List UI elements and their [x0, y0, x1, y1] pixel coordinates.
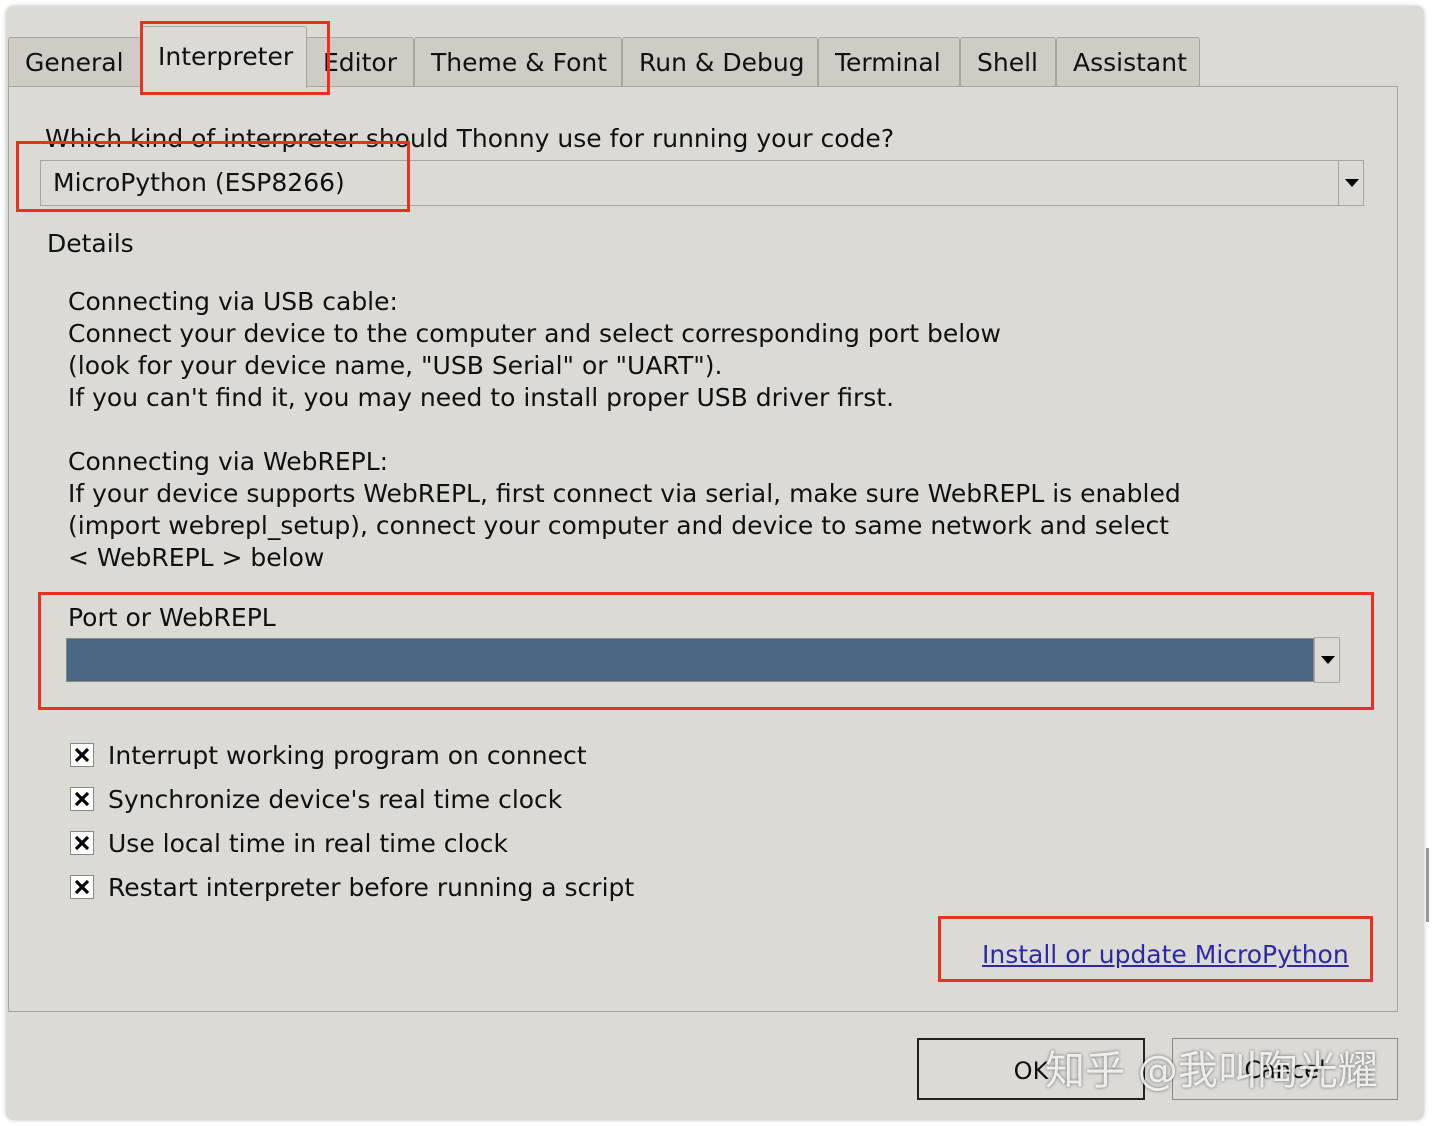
- tab-editor[interactable]: Editor: [306, 37, 414, 86]
- usb-heading: Connecting via USB cable:: [68, 287, 398, 316]
- tab-general[interactable]: General: [8, 37, 142, 86]
- tab-run-debug-label: Run & Debug: [639, 48, 805, 77]
- tab-assistant[interactable]: Assistant: [1056, 37, 1200, 86]
- resize-handle: [1426, 848, 1429, 922]
- webrepl-instruction-line: If your device supports WebREPL, first c…: [68, 479, 1181, 508]
- local-time-checkbox[interactable]: [70, 831, 94, 855]
- check-x-icon: [74, 835, 90, 851]
- tab-general-label: General: [25, 48, 124, 77]
- interrupt-checkbox[interactable]: [70, 743, 94, 767]
- sync-clock-checkbox[interactable]: [70, 787, 94, 811]
- usb-instruction-line: (look for your device name, "USB Serial"…: [68, 351, 723, 380]
- interpreter-select[interactable]: MicroPython (ESP8266): [40, 160, 1364, 206]
- tab-terminal[interactable]: Terminal: [818, 37, 960, 86]
- ok-button-label: OK: [1013, 1057, 1049, 1085]
- check-x-icon: [74, 879, 90, 895]
- tab-interpreter[interactable]: Interpreter: [141, 26, 307, 88]
- sync-clock-checkbox-label[interactable]: Synchronize device's real time clock: [108, 785, 562, 814]
- check-x-icon: [74, 747, 90, 763]
- tab-shell[interactable]: Shell: [960, 37, 1056, 86]
- tab-terminal-label: Terminal: [835, 48, 941, 77]
- tab-theme-font-label: Theme & Font: [431, 48, 608, 77]
- tab-shell-label: Shell: [977, 48, 1038, 77]
- interpreter-dropdown-button[interactable]: [1338, 160, 1364, 206]
- usb-instruction-line: If you can't find it, you may need to in…: [68, 383, 895, 412]
- interpreter-question: Which kind of interpreter should Thonny …: [45, 124, 895, 153]
- watermark: 知乎 @我叫陶光耀: [1045, 1048, 1378, 1094]
- webrepl-instruction-line: (import webrepl_setup), connect your com…: [68, 511, 1170, 540]
- install-micropython-link[interactable]: Install or update MicroPython: [982, 940, 1349, 969]
- tab-theme-font[interactable]: Theme & Font: [414, 37, 622, 86]
- interpreter-select-value: MicroPython (ESP8266): [53, 168, 345, 197]
- webrepl-heading: Connecting via WebREPL:: [68, 447, 389, 476]
- restart-interpreter-checkbox-label[interactable]: Restart interpreter before running a scr…: [108, 873, 634, 902]
- details-heading: Details: [47, 229, 134, 258]
- port-label: Port or WebREPL: [68, 603, 276, 632]
- tab-run-debug[interactable]: Run & Debug: [622, 37, 818, 86]
- local-time-checkbox-label[interactable]: Use local time in real time clock: [108, 829, 508, 858]
- chevron-down-icon: [1321, 656, 1335, 664]
- tab-assistant-label: Assistant: [1073, 48, 1187, 77]
- check-x-icon: [74, 791, 90, 807]
- webrepl-instruction-line: < WebREPL > below: [68, 543, 325, 572]
- restart-interpreter-checkbox[interactable]: [70, 875, 94, 899]
- tab-interpreter-label: Interpreter: [158, 42, 294, 71]
- tab-editor-label: Editor: [323, 48, 397, 77]
- usb-instruction-line: Connect your device to the computer and …: [68, 319, 1001, 348]
- chevron-down-icon: [1345, 179, 1359, 187]
- port-select[interactable]: [66, 638, 1314, 682]
- interrupt-checkbox-label[interactable]: Interrupt working program on connect: [108, 741, 587, 770]
- port-dropdown-button[interactable]: [1314, 637, 1340, 683]
- port-dropdown[interactable]: [1314, 637, 1340, 683]
